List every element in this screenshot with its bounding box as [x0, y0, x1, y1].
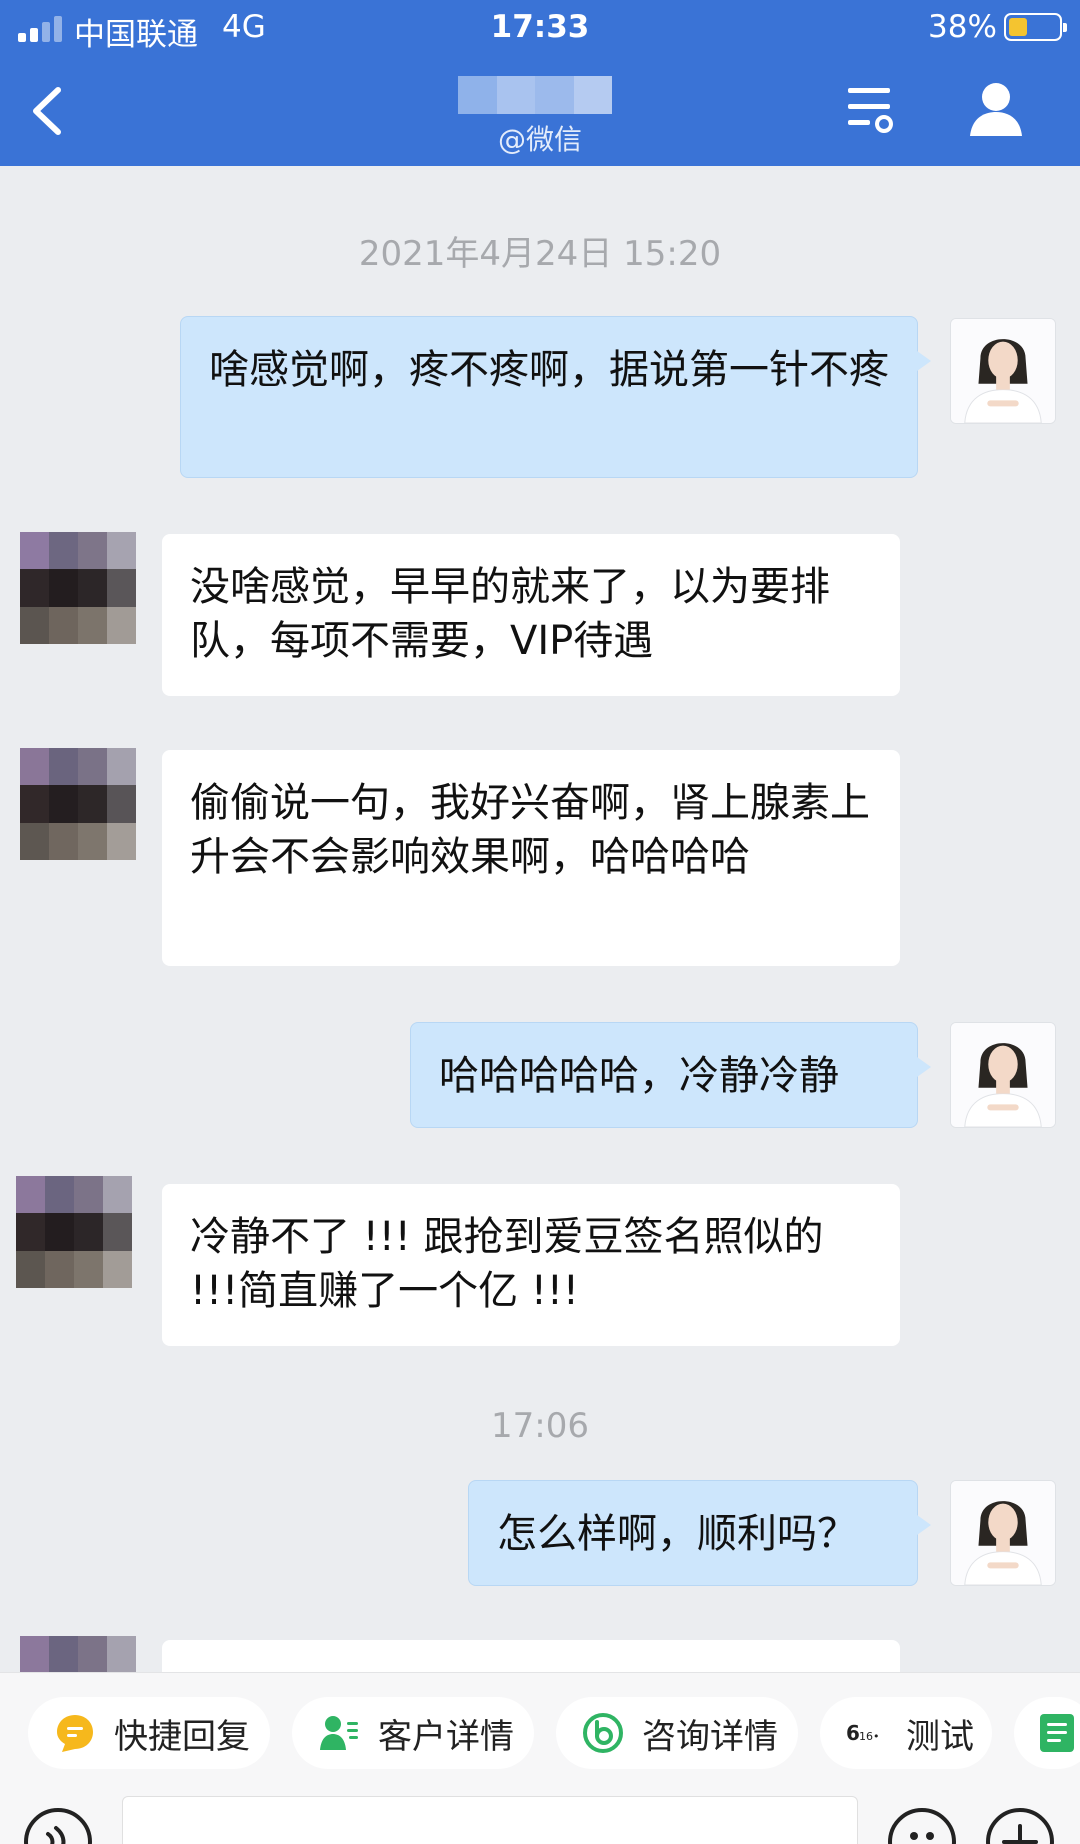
svg-text:6: 6: [846, 1721, 860, 1745]
woman-portrait-icon: [951, 1023, 1055, 1127]
received-message-bubble[interactable]: [162, 1640, 900, 1672]
voice-button[interactable]: [24, 1808, 92, 1844]
quick-reply-icon: [57, 1715, 93, 1752]
customer-detail-button[interactable]: 客户详情: [292, 1697, 534, 1769]
contact-avatar-pixelated[interactable]: [16, 1176, 132, 1288]
chip-label: 测试: [906, 1716, 974, 1757]
self-avatar[interactable]: [950, 1480, 1056, 1586]
chip-label: 快捷回复: [114, 1716, 250, 1757]
list-settings-icon: [848, 88, 893, 133]
contact-avatar-pixelated[interactable]: [20, 532, 136, 644]
status-time: 17:33: [490, 9, 590, 45]
received-message-bubble[interactable]: 冷静不了 !!! 跟抢到爱豆签名照似的 !!!简直赚了一个亿 !!!: [162, 1184, 900, 1346]
profile-button[interactable]: [966, 80, 1026, 138]
contact-avatar-pixelated[interactable]: [20, 1636, 136, 1672]
contact-name-pixelated: [458, 76, 612, 114]
chip-label: 客户详情: [378, 1716, 514, 1757]
consult-detail-icon: [583, 1713, 623, 1753]
chat-area[interactable]: 2021年4月24日 15:20 啥感觉啊，疼不疼啊，据说第一针不疼 没啥感觉，…: [0, 166, 1080, 1672]
received-message-bubble[interactable]: 没啥感觉，早早的就来了，以为要排队，每项不需要，VIP待遇: [162, 534, 900, 696]
voice-icon: [46, 1826, 66, 1844]
test-button[interactable]: 6 16• 测试: [820, 1697, 992, 1769]
consult-detail-button[interactable]: 咨询详情: [556, 1697, 798, 1769]
chat-menu-button[interactable]: [846, 84, 894, 134]
svg-text:16•: 16•: [859, 1730, 880, 1743]
test-icon: 6 16•: [846, 1721, 880, 1745]
contact-avatar-pixelated[interactable]: [20, 748, 136, 860]
self-avatar[interactable]: [950, 318, 1056, 424]
message-input[interactable]: [122, 1796, 858, 1844]
customer-detail-icon: [320, 1716, 358, 1750]
chat-timestamp: 2021年4月24日 15:20: [358, 234, 722, 274]
note-icon: [1040, 1714, 1074, 1752]
battery-percent: 38%: [928, 9, 997, 45]
chip-label: 咨询详情: [642, 1716, 778, 1757]
header: 中国联通 4G 17:33 38% @微信: [0, 0, 1080, 166]
emoji-icon: [910, 1832, 934, 1840]
message-input-bar: [0, 1790, 1080, 1844]
user-icon: [970, 83, 1022, 136]
status-bar: 中国联通 4G 17:33 38%: [0, 0, 1080, 56]
sent-message-bubble[interactable]: 哈哈哈哈哈，冷静冷静: [410, 1022, 931, 1128]
battery-icon: [1004, 13, 1067, 41]
emoji-button[interactable]: [888, 1808, 956, 1844]
self-avatar[interactable]: [950, 1022, 1056, 1128]
chat-timestamp: 17:06: [491, 1406, 589, 1446]
woman-portrait-icon: [951, 319, 1055, 423]
chat-subtitle: @微信: [497, 123, 582, 156]
note-button[interactable]: [1014, 1697, 1080, 1769]
more-button[interactable]: [986, 1808, 1054, 1844]
plus-icon: [1002, 1824, 1038, 1844]
sent-message-bubble[interactable]: 怎么样啊，顺利吗？: [468, 1480, 931, 1586]
received-message-bubble[interactable]: 偷偷说一句，我好兴奋啊，肾上腺素上升会不会影响效果啊，哈哈哈哈: [162, 750, 900, 966]
woman-portrait-icon: [951, 1481, 1055, 1585]
quick-reply-button[interactable]: 快捷回复: [28, 1697, 270, 1769]
quick-action-bar: 快捷回复 客户详情 咨询详情 6 16• 测试: [0, 1672, 1080, 1790]
sent-message-bubble[interactable]: 啥感觉啊，疼不疼啊，据说第一针不疼: [180, 316, 931, 478]
